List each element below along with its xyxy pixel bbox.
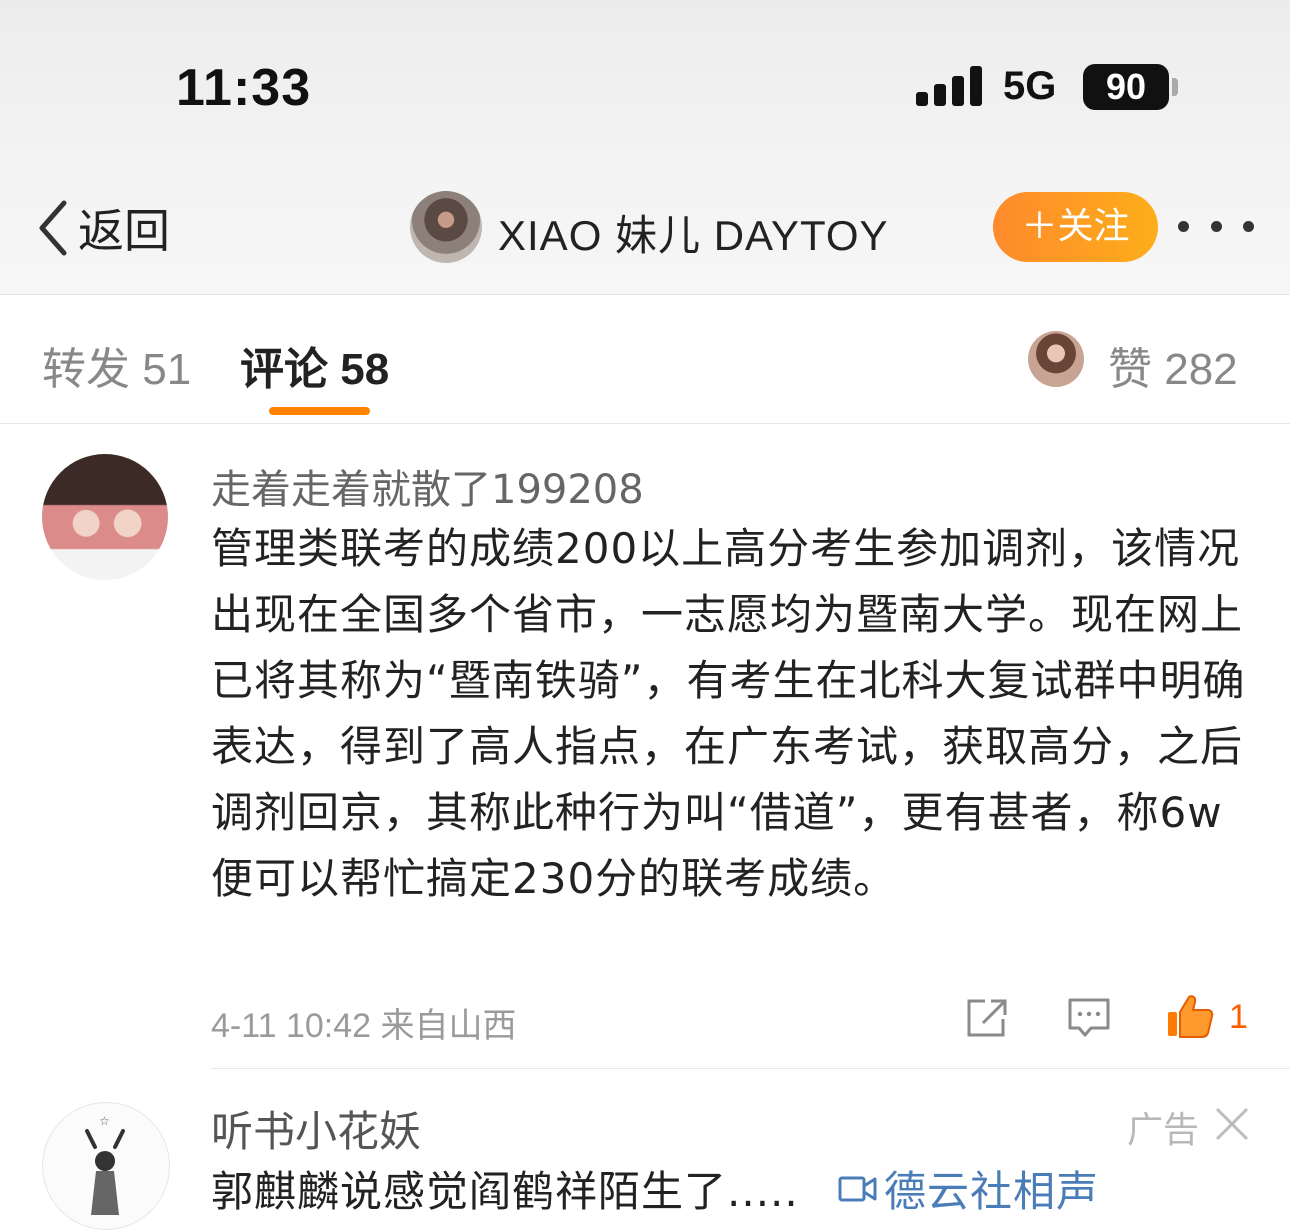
ad-text: 郭麒麟说感觉阎鹤祥陌生了..... <box>211 1167 799 1216</box>
ad-author[interactable]: 听书小花妖 <box>211 1098 421 1159</box>
comment-meta: 4-11 10:42 来自山西 <box>211 1007 517 1045</box>
signal-icon <box>916 66 984 106</box>
share-icon[interactable] <box>965 997 1009 1039</box>
reply-icon[interactable] <box>1067 997 1111 1039</box>
back-button[interactable]: 返回 <box>34 196 170 260</box>
comment-avatar[interactable] <box>42 454 168 580</box>
divider <box>211 1068 1290 1069</box>
active-tab-indicator <box>269 407 370 415</box>
ad-badge: 广告 <box>1127 1110 1200 1151</box>
figure-icon: ☆ <box>85 1114 125 1215</box>
comment-text: 管理类联考的成绩200以上高分考生参加调剂，该情况出现在全国多个省市，一志愿均为… <box>211 524 1246 903</box>
page-title[interactable]: XIAO 妹儿 DAYTOY <box>498 202 889 263</box>
liker-avatar <box>1028 331 1084 387</box>
network-label: 5G <box>1003 64 1057 108</box>
tab-comment[interactable]: 评论 58 <box>240 333 389 397</box>
comment-author[interactable]: 走着走着就散了199208 <box>211 457 644 515</box>
close-icon[interactable] <box>1214 1106 1250 1142</box>
battery-tip <box>1172 78 1178 96</box>
tab-likes[interactable]: 赞 282 <box>1108 333 1238 397</box>
follow-button[interactable]: ＋关注 <box>993 192 1158 262</box>
ad-avatar[interactable]: ☆ <box>42 1102 170 1230</box>
video-icon <box>838 1176 877 1201</box>
ad-link[interactable]: 德云社相声 <box>838 1158 1099 1219</box>
chevron-left-icon <box>39 200 67 256</box>
status-time: 11:33 <box>176 59 312 117</box>
author-avatar[interactable] <box>410 191 482 263</box>
tab-bar: 转发 51 评论 58 赞 282 <box>0 295 1290 424</box>
battery-icon: 90 <box>1083 64 1169 110</box>
back-label: 返回 <box>78 204 170 258</box>
like-count: 1 <box>1229 998 1248 1036</box>
more-options-icon[interactable] <box>1178 206 1254 246</box>
thumbs-up-icon[interactable] <box>1166 993 1214 1039</box>
ad-link-label: 德云社相声 <box>884 1167 1100 1216</box>
tab-repost[interactable]: 转发 51 <box>42 333 191 397</box>
svg-text:☆: ☆ <box>99 1114 110 1128</box>
